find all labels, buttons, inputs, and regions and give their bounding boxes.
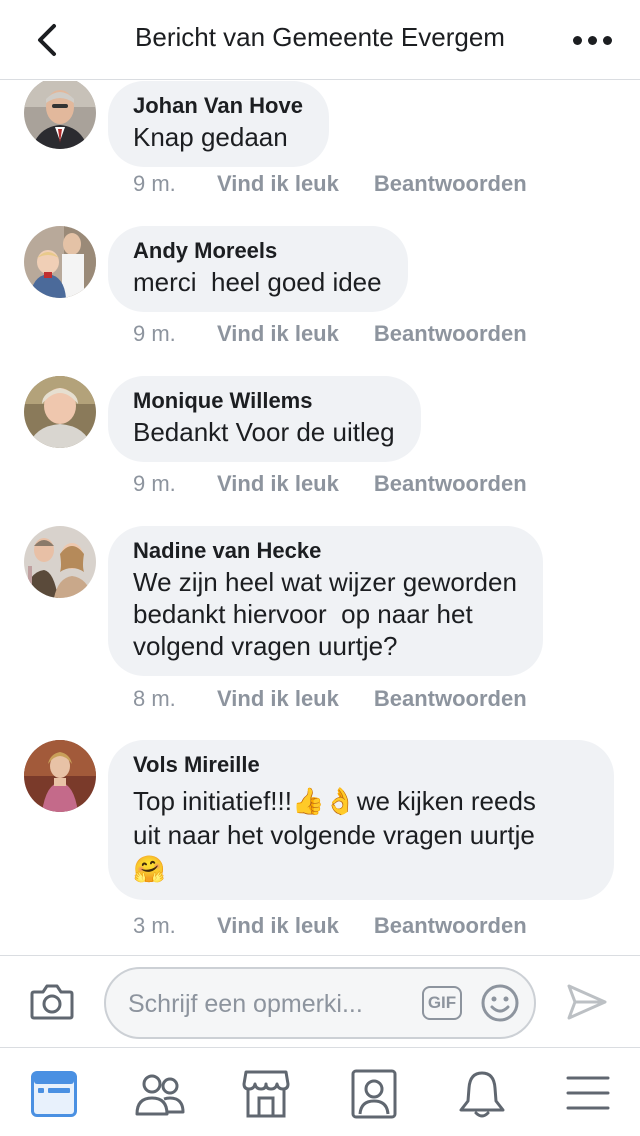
- comment-bubble[interactable]: Monique Willems Bedankt Voor de uitleg: [108, 376, 421, 462]
- avatar[interactable]: [24, 81, 96, 149]
- comment-time[interactable]: 8 m.: [133, 686, 217, 712]
- more-dot: [602, 35, 612, 45]
- comment-bubble[interactable]: Nadine van Hecke We zijn heel wat wijzer…: [108, 526, 543, 676]
- comment-time[interactable]: 9 m.: [133, 321, 217, 347]
- back-button[interactable]: [26, 20, 66, 60]
- reply-button[interactable]: Beantwoorden: [374, 913, 527, 939]
- more-horizontal-icon: [572, 35, 582, 45]
- comment-bubble[interactable]: Vols Mireille Top initiatief!!!👍👌we kijk…: [108, 740, 614, 900]
- avatar[interactable]: [24, 226, 96, 298]
- send-icon: [567, 984, 607, 1020]
- comment-author[interactable]: Nadine van Hecke: [133, 536, 517, 566]
- comment-time[interactable]: 9 m.: [133, 171, 217, 197]
- like-button[interactable]: Vind ik leuk: [217, 321, 339, 347]
- like-button[interactable]: Vind ik leuk: [217, 171, 339, 197]
- like-button[interactable]: Vind ik leuk: [217, 913, 339, 939]
- avatar[interactable]: [24, 376, 96, 448]
- comments-list[interactable]: Johan Van Hove Knap gedaan 9 m. Vind ik …: [0, 81, 640, 954]
- tab-marketplace[interactable]: [240, 1068, 292, 1120]
- avatar[interactable]: [24, 526, 96, 598]
- tab-notifications[interactable]: [456, 1068, 508, 1120]
- tab-friends[interactable]: [134, 1068, 186, 1120]
- profile-icon: [351, 1069, 397, 1119]
- comment-text: Bedankt Voor de uitleg: [133, 417, 395, 447]
- gif-button[interactable]: GIF: [422, 986, 462, 1020]
- notifications-icon: [459, 1071, 505, 1118]
- marketplace-icon: [242, 1070, 290, 1118]
- page-title: Bericht van Gemeente Evergem: [135, 22, 505, 52]
- comment-author[interactable]: Monique Willems: [133, 386, 395, 416]
- comment-meta: 9 m. Vind ik leuk Beantwoorden: [133, 321, 527, 347]
- tab-profile[interactable]: [348, 1068, 400, 1120]
- reply-button[interactable]: Beantwoorden: [374, 471, 527, 497]
- top-bar: Bericht van Gemeente Evergem: [0, 0, 640, 80]
- bottom-tab-bar: [0, 1047, 640, 1136]
- comment-text: Top initiatief!!!👍👌we kijken reeds uit n…: [133, 786, 536, 884]
- comment-meta: 3 m. Vind ik leuk Beantwoorden: [133, 913, 527, 939]
- comment-composer: GIF: [0, 955, 640, 1047]
- comment-author[interactable]: Johan Van Hove: [133, 91, 303, 121]
- comment-input[interactable]: [128, 985, 418, 1023]
- avatar[interactable]: [24, 740, 96, 812]
- emoji-button[interactable]: [480, 983, 520, 1023]
- reply-button[interactable]: Beantwoorden: [374, 321, 527, 347]
- menu-icon: [566, 1076, 610, 1110]
- more-options-button[interactable]: [568, 20, 616, 60]
- tab-menu[interactable]: [562, 1068, 614, 1120]
- comment-time[interactable]: 3 m.: [133, 913, 217, 939]
- like-button[interactable]: Vind ik leuk: [217, 686, 339, 712]
- comment-input-container[interactable]: GIF: [104, 967, 536, 1039]
- comment-author[interactable]: Vols Mireille: [133, 750, 594, 780]
- comment-time[interactable]: 9 m.: [133, 471, 217, 497]
- comment-text: We zijn heel wat wijzer geworden bedankt…: [133, 567, 517, 661]
- friends-icon: [135, 1074, 185, 1116]
- send-button[interactable]: [566, 982, 608, 1022]
- comment-text: merci heel goed idee: [133, 267, 382, 297]
- reply-button[interactable]: Beantwoorden: [374, 686, 527, 712]
- reply-button[interactable]: Beantwoorden: [374, 171, 527, 197]
- comment-author[interactable]: Andy Moreels: [133, 236, 382, 266]
- comment-bubble[interactable]: Johan Van Hove Knap gedaan: [108, 81, 329, 167]
- comment-meta: 9 m. Vind ik leuk Beantwoorden: [133, 171, 527, 197]
- more-dot: [587, 35, 597, 45]
- like-button[interactable]: Vind ik leuk: [217, 471, 339, 497]
- comment-bubble[interactable]: Andy Moreels merci heel goed idee: [108, 226, 408, 312]
- camera-icon: [30, 984, 74, 1020]
- camera-button[interactable]: [30, 982, 74, 1022]
- news-feed-icon: [31, 1071, 77, 1117]
- tab-news-feed[interactable]: [28, 1068, 80, 1120]
- comment-meta: 8 m. Vind ik leuk Beantwoorden: [133, 686, 527, 712]
- comment-meta: 9 m. Vind ik leuk Beantwoorden: [133, 471, 527, 497]
- comment-text: Knap gedaan: [133, 122, 288, 152]
- smiley-icon: [481, 984, 519, 1022]
- chevron-left-icon: [38, 24, 56, 56]
